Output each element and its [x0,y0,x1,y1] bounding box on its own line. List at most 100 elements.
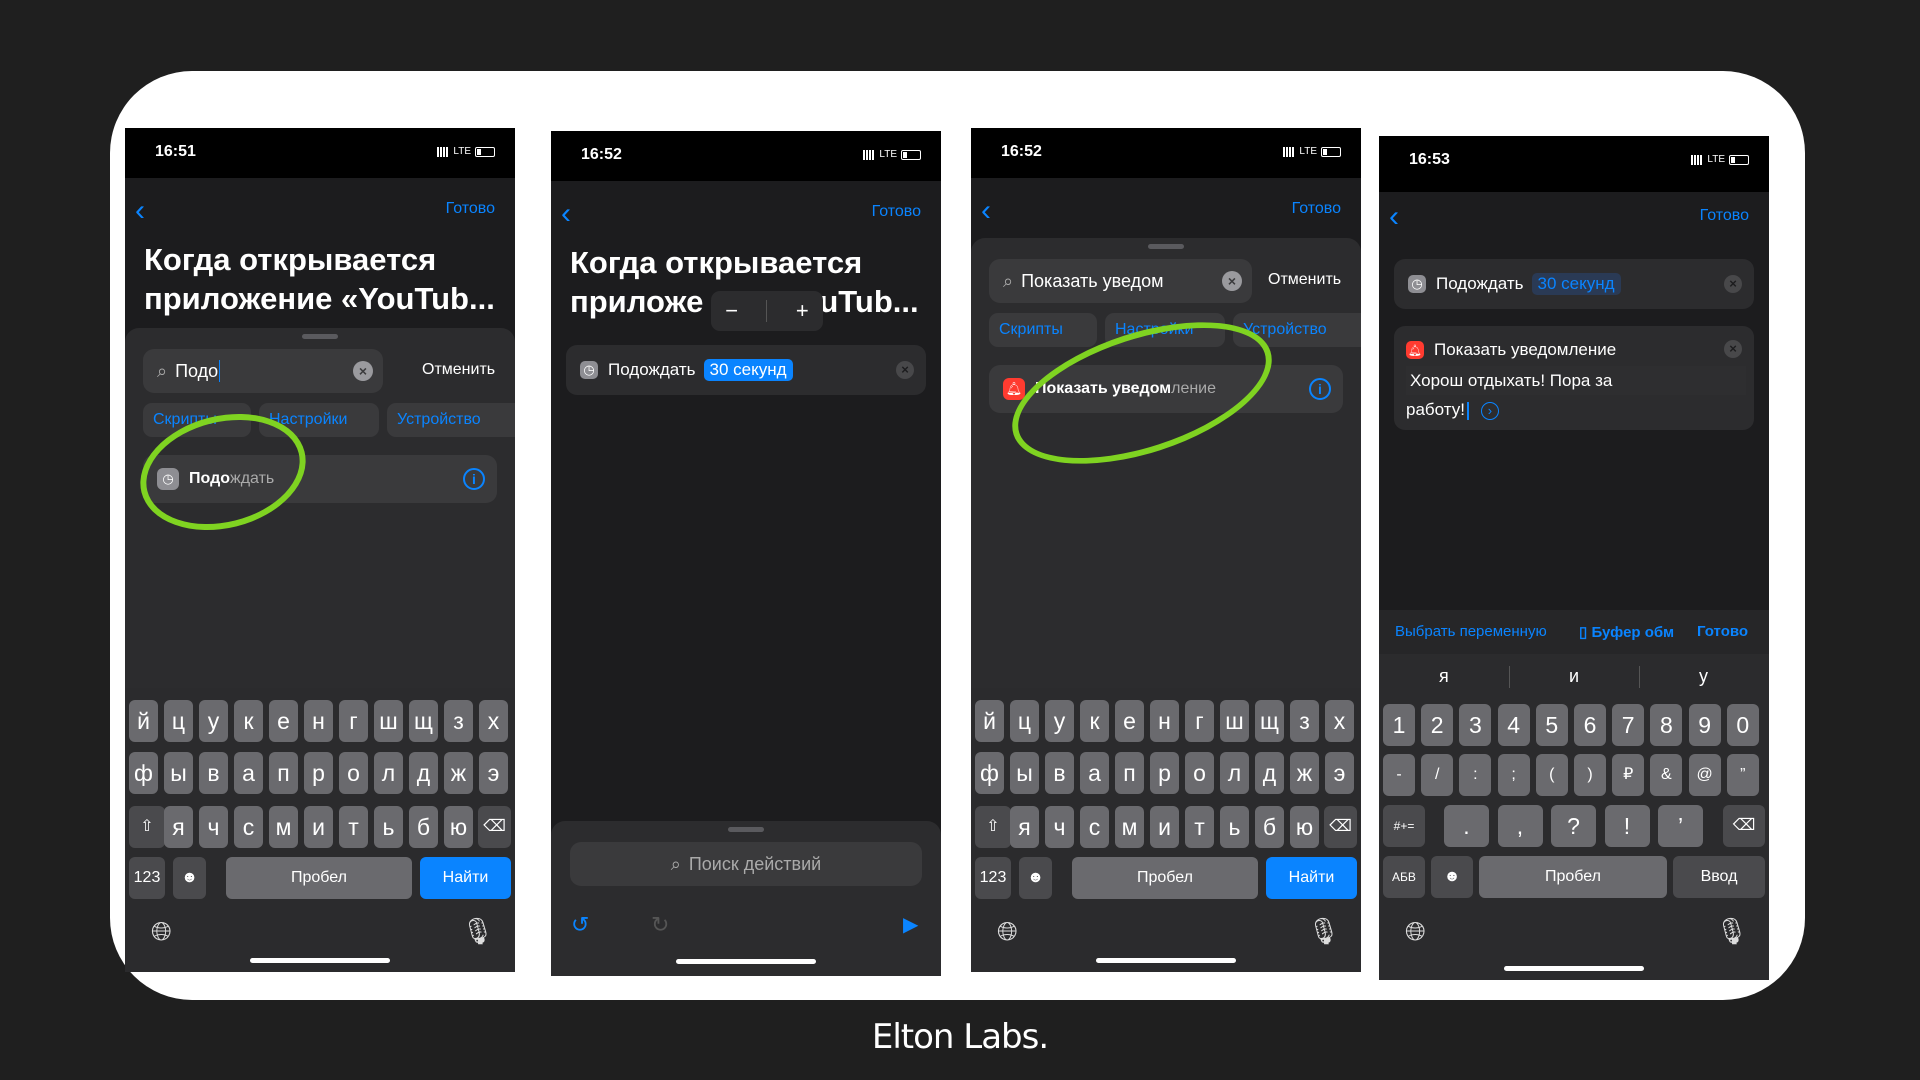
remove-action-icon[interactable]: × [1724,275,1742,293]
sheet-grabber[interactable] [302,334,338,339]
letter-key[interactable]: ф [975,752,1004,794]
category-chip-device[interactable]: Устройство [387,403,515,437]
letter-key[interactable]: г [339,700,368,742]
numrow-key[interactable]: 0 [1726,704,1759,746]
redo-icon[interactable]: ↻ [651,912,669,938]
globe-icon[interactable]: 🌐︎ [151,916,172,948]
back-chevron-icon[interactable]: ‹ [981,196,991,226]
microphone-icon[interactable]: 🎙︎ [1715,916,1748,947]
letter-key[interactable]: ю [1290,806,1319,848]
punctrow-key[interactable]: ! [1604,805,1650,847]
sheet-grabber[interactable] [728,827,764,832]
letter-key[interactable]: б [409,806,438,848]
action-wait[interactable]: ◷ Подождать 30 секунд × [566,345,926,395]
letter-key[interactable]: ы [1010,752,1039,794]
letter-key[interactable]: ч [1045,806,1074,848]
numrow-key[interactable]: 7 [1612,704,1645,746]
info-icon[interactable]: i [463,468,485,490]
letter-key[interactable]: е [1115,700,1144,742]
wait-duration-token[interactable]: 30 секунд [703,359,793,381]
symrow-key[interactable]: ” [1726,754,1759,796]
notification-text-field[interactable]: Хорош отдыхать! Пора за работу! › [1406,366,1746,424]
punctrow-key[interactable]: . [1444,805,1489,847]
delete-key[interactable]: ⌫ [1723,805,1765,847]
letter-key[interactable]: е [269,700,298,742]
emoji-key[interactable]: ☻ [1019,857,1052,899]
symrow-key[interactable]: & [1650,754,1683,796]
numrow-key[interactable]: 9 [1688,704,1721,746]
sheet-grabber[interactable] [1148,244,1184,249]
letter-key[interactable]: ы [164,752,193,794]
letter-key[interactable]: й [129,700,158,742]
cancel-button[interactable]: Отменить [422,361,495,379]
space-key[interactable]: Пробел [1072,857,1258,899]
letter-key[interactable]: э [479,752,508,794]
done-button[interactable]: Готово [872,203,921,221]
letter-key[interactable]: щ [409,700,438,742]
letter-key[interactable]: и [304,806,333,848]
numbers-key[interactable]: 123 [129,857,165,899]
return-key[interactable]: Ввод [1673,856,1765,898]
letter-key[interactable]: г [1185,700,1214,742]
letter-key[interactable]: н [1150,700,1179,742]
microphone-icon[interactable]: 🎙︎ [461,916,494,947]
letter-key[interactable]: т [339,806,368,848]
numrow-key[interactable]: 4 [1497,704,1530,746]
action-wait[interactable]: ◷ Подождать 30 секунд × [1394,259,1754,309]
letter-key[interactable]: с [1080,806,1109,848]
suggestion-1[interactable]: я [1439,666,1449,687]
letter-key[interactable]: д [1255,752,1284,794]
select-variable-button[interactable]: Выбрать переменную [1395,623,1547,640]
letter-key[interactable]: л [374,752,403,794]
letter-key[interactable]: б [1255,806,1284,848]
delete-key[interactable]: ⌫ [478,806,511,848]
stepper-plus-button[interactable]: + [796,298,809,324]
symrow-key[interactable]: ; [1497,754,1530,796]
remove-action-icon[interactable]: × [896,361,914,379]
find-key[interactable]: Найти [420,857,511,899]
stepper-minus-button[interactable]: − [725,298,738,324]
letter-key[interactable]: о [1185,752,1214,794]
letter-key[interactable]: п [1115,752,1144,794]
letter-key[interactable]: п [269,752,298,794]
cancel-button[interactable]: Отменить [1268,271,1341,289]
emoji-key[interactable]: ☻ [1431,856,1473,898]
letter-key[interactable]: д [409,752,438,794]
symrow-key[interactable]: ( [1535,754,1568,796]
space-key[interactable]: Пробел [226,857,412,899]
letter-key[interactable]: и [1150,806,1179,848]
back-chevron-icon[interactable]: ‹ [561,199,571,229]
action-notification[interactable]: 🔔︎ Показать уведомление × Хорош отдыхать… [1394,326,1754,430]
letter-key[interactable]: ц [164,700,193,742]
letter-key[interactable]: ж [1290,752,1319,794]
letter-key[interactable]: ч [199,806,228,848]
letter-key[interactable]: з [444,700,473,742]
symrow-key[interactable]: ) [1574,754,1606,796]
letter-key[interactable]: ф [129,752,158,794]
letter-key[interactable]: у [199,700,228,742]
letter-key[interactable]: с [234,806,263,848]
symrow-key[interactable]: @ [1688,754,1721,796]
letter-key[interactable]: я [1010,806,1039,848]
more-symbols-key[interactable]: #+= [1383,805,1425,847]
done-button[interactable]: Готово [1700,207,1749,225]
toolbar-done-button[interactable]: Готово [1697,623,1748,640]
done-button[interactable]: Готово [1292,200,1341,218]
microphone-icon[interactable]: 🎙︎ [1307,916,1340,947]
globe-icon[interactable]: 🌐︎ [997,916,1018,948]
info-icon[interactable]: i [1309,378,1331,400]
punctrow-key[interactable]: , [1497,805,1543,847]
letter-key[interactable]: л [1220,752,1249,794]
numrow-key[interactable]: 2 [1421,704,1454,746]
symrow-key[interactable]: ₽ [1612,754,1645,796]
globe-icon[interactable]: 🌐︎ [1405,916,1426,948]
letter-key[interactable]: р [1150,752,1179,794]
duration-stepper[interactable]: − + [711,291,823,331]
emoji-key[interactable]: ☻ [173,857,206,899]
numrow-key[interactable]: 1 [1383,704,1415,746]
letter-key[interactable]: в [1045,752,1074,794]
letter-key[interactable]: з [1290,700,1319,742]
letter-key[interactable]: ь [1220,806,1249,848]
suggestion-3[interactable]: у [1699,666,1708,687]
search-input[interactable]: ⌕ Подо × [143,349,383,393]
